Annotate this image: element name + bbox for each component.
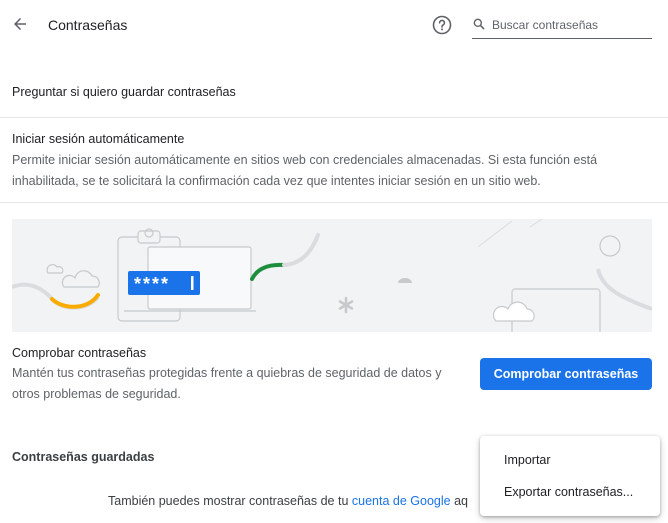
back-button[interactable] <box>8 12 32 36</box>
search-box <box>472 12 652 39</box>
search-icon <box>473 18 485 30</box>
password-mask: **** <box>134 274 170 294</box>
check-passwords-description: Mantén tus contraseñas protegidas frente… <box>12 366 442 401</box>
saved-note-suffix: aq <box>450 494 468 508</box>
google-account-link[interactable]: cuenta de Google <box>352 494 451 508</box>
auto-signin-description: Permite iniciar sesión automáticamente e… <box>12 153 598 188</box>
help-button[interactable] <box>430 13 454 37</box>
menu-item-export[interactable]: Exportar contraseñas... <box>480 477 660 507</box>
help-circle-icon <box>432 15 452 35</box>
menu-item-import[interactable]: Importar <box>480 445 660 475</box>
divider <box>0 117 668 118</box>
check-passwords-title: Comprobar contraseñas <box>12 346 147 360</box>
divider <box>0 202 668 203</box>
search-input[interactable] <box>492 15 650 35</box>
saved-passwords-note: También puedes mostrar contraseñas de tu… <box>108 494 468 508</box>
ask-to-save-setting[interactable]: Preguntar si quiero guardar contraseñas <box>12 85 236 99</box>
page-title: Contraseñas <box>48 17 128 33</box>
check-passwords-button[interactable]: Comprobar contraseñas <box>480 358 652 390</box>
saved-passwords-title: Contraseñas guardadas <box>12 450 155 464</box>
saved-note-prefix: También puedes mostrar contraseñas de tu <box>108 494 352 508</box>
page-header: Contraseñas <box>0 0 668 52</box>
password-check-illustration: **** <box>12 219 652 332</box>
saved-passwords-menu: Importar Exportar contraseñas... <box>480 436 660 516</box>
arrow-left-icon <box>14 18 26 30</box>
illustration-graphic: **** <box>12 219 652 332</box>
auto-signin-title[interactable]: Iniciar sesión automáticamente <box>12 132 184 146</box>
